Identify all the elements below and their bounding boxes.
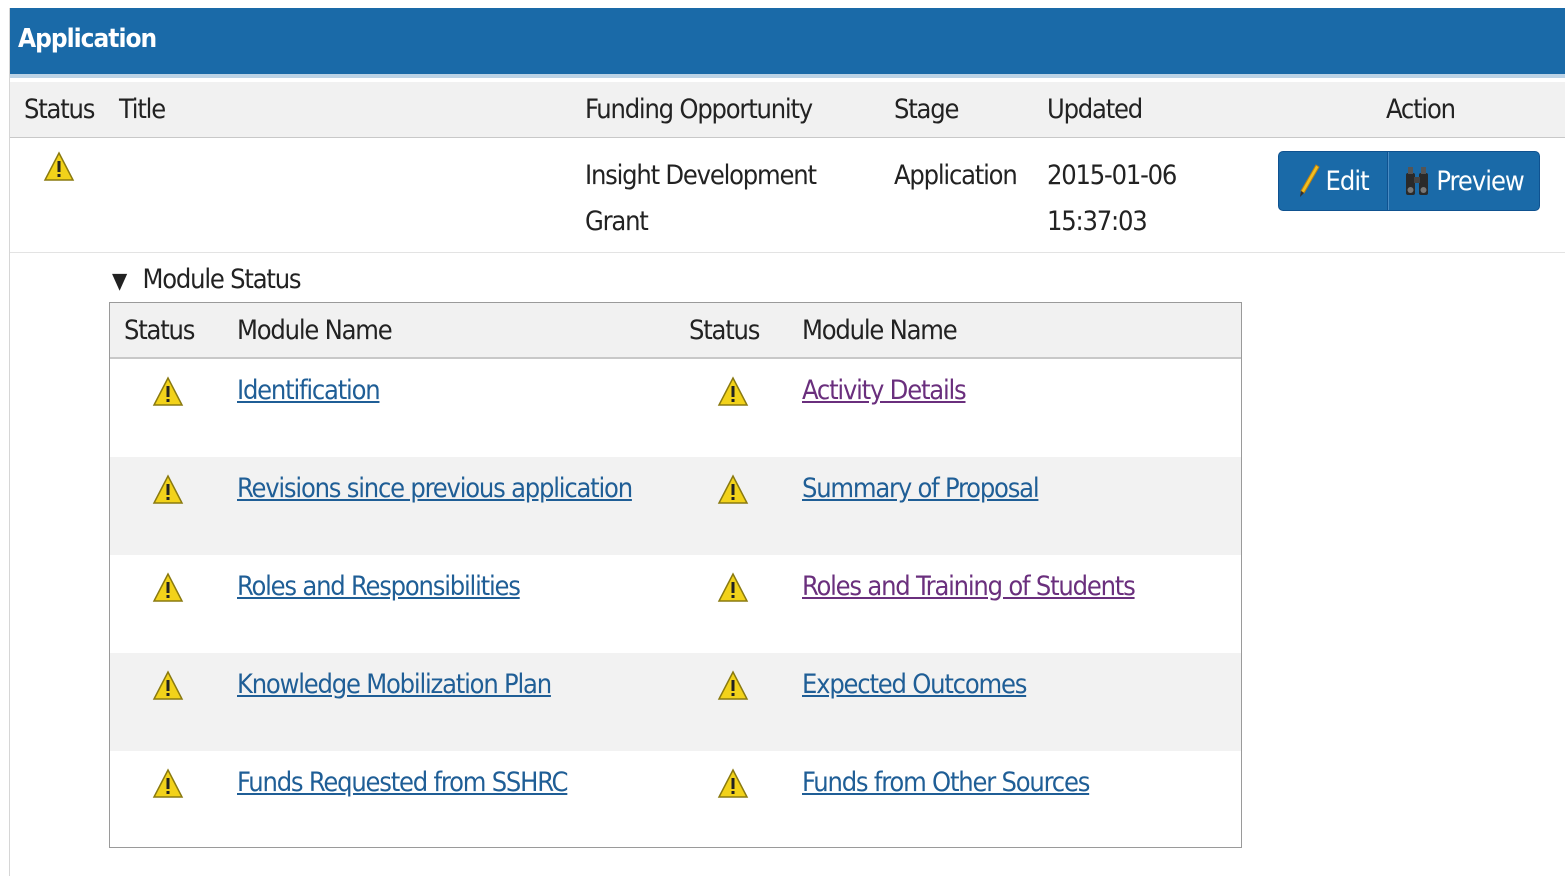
funding-line-2: Grant xyxy=(585,206,649,237)
col-header-action: Action xyxy=(1386,94,1456,125)
col-header-status-left: Status xyxy=(124,315,195,346)
module-row: Knowledge Mobilization Plan Expected Out… xyxy=(110,653,1241,751)
panel-title: Application xyxy=(18,24,157,54)
funding-opportunity: Insight Development Grant xyxy=(585,153,817,245)
col-header-title: Title xyxy=(119,94,166,125)
panel-header: Application xyxy=(10,8,1565,78)
warning-icon xyxy=(152,670,184,702)
updated-date: 2015-01-06 xyxy=(1047,160,1177,191)
warning-icon xyxy=(152,474,184,506)
warning-icon xyxy=(152,572,184,604)
warning-icon xyxy=(717,376,749,408)
module-link-identification[interactable]: Identification xyxy=(237,375,381,406)
module-row: Revisions since previous application Sum… xyxy=(110,457,1241,555)
module-link-funds-other-sources[interactable]: Funds from Other Sources xyxy=(802,767,1090,798)
col-header-module-name-left: Module Name xyxy=(237,315,393,346)
module-link-activity-details[interactable]: Activity Details xyxy=(802,375,967,406)
module-link-roles-responsibilities[interactable]: Roles and Responsibilities xyxy=(237,571,521,602)
module-link-funds-requested[interactable]: Funds Requested from SSHRC xyxy=(237,767,569,798)
warning-icon xyxy=(717,768,749,800)
col-header-status: Status xyxy=(24,94,95,125)
binoculars-icon xyxy=(1406,167,1429,195)
warning-icon xyxy=(43,151,75,183)
triangle-down-icon: ▼ xyxy=(112,269,127,294)
module-link-revisions[interactable]: Revisions since previous application xyxy=(237,473,633,504)
warning-icon xyxy=(717,474,749,506)
col-header-module-name-right: Module Name xyxy=(802,315,958,346)
module-table-header: Status Module Name Status Module Name xyxy=(110,303,1241,359)
warning-icon xyxy=(717,572,749,604)
stage-value: Application xyxy=(894,160,1018,191)
module-link-summary-of-proposal[interactable]: Summary of Proposal xyxy=(802,473,1040,504)
module-link-roles-training-students[interactable]: Roles and Training of Students xyxy=(802,571,1136,602)
updated-time: 15:37:03 xyxy=(1047,206,1148,237)
col-header-updated: Updated xyxy=(1047,94,1143,125)
edit-label: Edit xyxy=(1325,165,1370,197)
module-status-label: Module Status xyxy=(142,264,302,295)
warning-icon xyxy=(152,768,184,800)
module-row: Identification Activity Details xyxy=(110,359,1241,457)
warning-icon xyxy=(717,670,749,702)
updated-value: 2015-01-06 15:37:03 xyxy=(1047,153,1177,245)
action-button-group: Edit Preview xyxy=(1278,151,1540,211)
module-status-toggle[interactable]: ▼ Module Status xyxy=(112,264,302,295)
preview-label: Preview xyxy=(1436,165,1524,197)
funding-line-1: Insight Development xyxy=(585,160,817,191)
edit-button[interactable]: Edit xyxy=(1279,152,1389,210)
module-row: Funds Requested from SSHRC Funds from Ot… xyxy=(110,751,1241,849)
module-link-expected-outcomes[interactable]: Expected Outcomes xyxy=(802,669,1027,700)
col-header-status-right: Status xyxy=(689,315,760,346)
application-table-header: Status Title Funding Opportunity Stage U… xyxy=(10,82,1565,138)
col-header-funding: Funding Opportunity xyxy=(585,94,813,125)
module-row: Roles and Responsibilities Roles and Tra… xyxy=(110,555,1241,653)
module-status-table: Status Module Name Status Module Name Id… xyxy=(109,302,1242,848)
col-header-stage: Stage xyxy=(894,94,959,125)
module-link-knowledge-mobilization[interactable]: Knowledge Mobilization Plan xyxy=(237,669,552,700)
application-row: Insight Development Grant Application 20… xyxy=(10,139,1565,253)
warning-icon xyxy=(152,376,184,408)
pencil-icon xyxy=(1299,164,1320,197)
preview-button[interactable]: Preview xyxy=(1388,152,1539,210)
